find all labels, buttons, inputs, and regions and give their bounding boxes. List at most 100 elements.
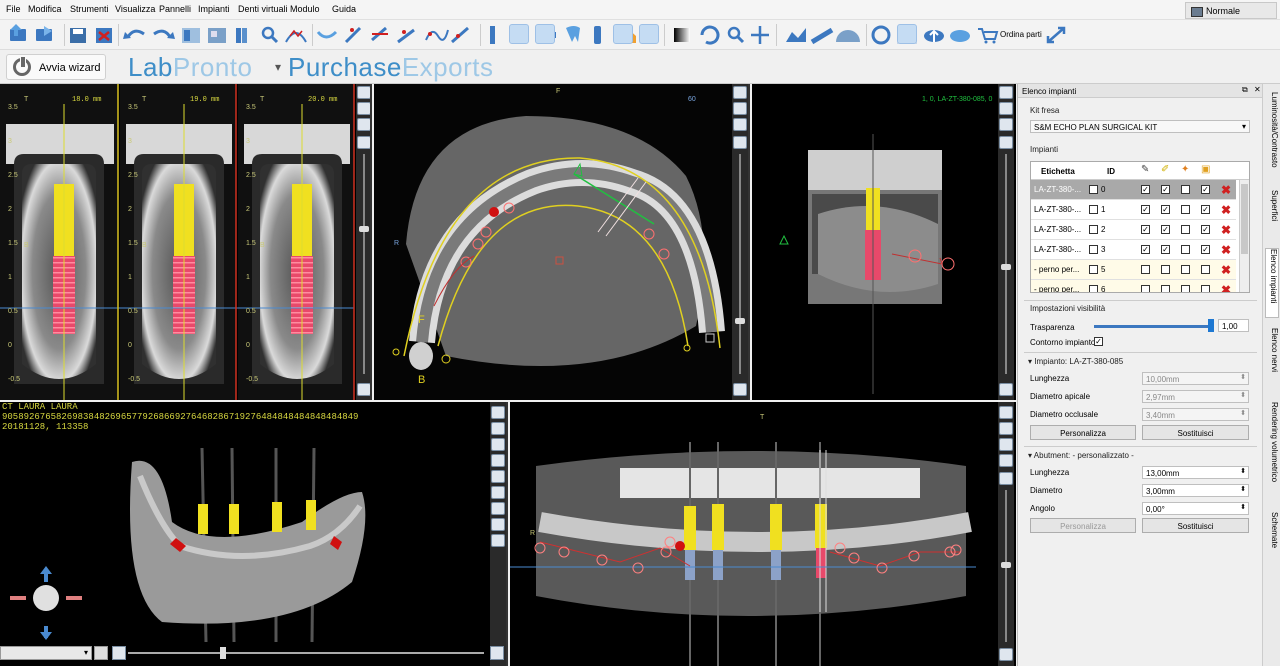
- home-tool-button[interactable]: [613, 24, 633, 44]
- slice-slider-handle[interactable]: [359, 226, 369, 232]
- menu-pannelli[interactable]: Pannelli: [159, 4, 191, 14]
- panoramic-slider-handle[interactable]: [1001, 562, 1011, 568]
- row-select-checkbox[interactable]: [1089, 205, 1098, 214]
- row-c3-checkbox[interactable]: [1181, 205, 1190, 214]
- axial-slider-track[interactable]: [739, 154, 741, 374]
- row-c4-checkbox[interactable]: ✓: [1201, 205, 1210, 214]
- face-tool-button[interactable]: [491, 454, 505, 467]
- row-c4-checkbox[interactable]: ✓: [1201, 185, 1210, 194]
- pen-tool-button[interactable]: [999, 102, 1013, 115]
- screenshot-tool-button[interactable]: [999, 454, 1013, 467]
- row-c1-checkbox[interactable]: ✓: [1141, 245, 1150, 254]
- sagittal-viewport[interactable]: 1, 0, LA-ZT-380-085, 0: [752, 84, 1016, 400]
- crosshair-tool-button[interactable]: [491, 470, 505, 483]
- row-select-checkbox[interactable]: [1089, 245, 1098, 254]
- delete-icon[interactable]: ✖: [1221, 283, 1231, 292]
- spinner-icon[interactable]: ⬍: [1240, 409, 1246, 417]
- implant-section-title[interactable]: ▾ Impianto: LA-ZT-380-085: [1028, 357, 1123, 366]
- scroll-down-icon[interactable]: [357, 383, 370, 396]
- customize-abutment-button[interactable]: Personalizza: [1030, 518, 1136, 533]
- delete-icon[interactable]: ✖: [1221, 263, 1231, 277]
- field-input[interactable]: 3,40mm ⬍: [1142, 408, 1249, 421]
- start-wizard-button[interactable]: Avvia wizard: [6, 54, 106, 80]
- row-c4-checkbox[interactable]: [1201, 265, 1210, 274]
- row-c2-checkbox[interactable]: [1161, 285, 1170, 292]
- 3d-viewport[interactable]: CT LAURA LAURA 9058926765826983848269657…: [0, 402, 508, 666]
- bridge-tool-button[interactable]: [535, 24, 555, 44]
- scroll-up-icon[interactable]: [999, 136, 1013, 149]
- scanner-tool-button[interactable]: [639, 24, 659, 44]
- layout-tool-button[interactable]: [999, 438, 1013, 451]
- order-parts-label[interactable]: Ordina parti: [1000, 30, 1042, 39]
- logo-dropdown-icon[interactable]: ▾: [275, 60, 281, 74]
- table-row[interactable]: LA-ZT-380-... 0 ✓ ✓ ✓ ✖: [1031, 180, 1236, 200]
- row-c1-checkbox[interactable]: [1141, 265, 1150, 274]
- row-c2-checkbox[interactable]: [1161, 265, 1170, 274]
- scroll-down-icon[interactable]: [999, 383, 1013, 396]
- field-input[interactable]: 0,00° ⬍: [1142, 502, 1249, 515]
- row-c2-checkbox[interactable]: ✓: [1161, 245, 1170, 254]
- scroll-up-icon[interactable]: [357, 136, 370, 149]
- row-c3-checkbox[interactable]: [1181, 225, 1190, 234]
- table-row[interactable]: LA-ZT-380-... 1 ✓ ✓ ✓ ✖: [1031, 200, 1236, 220]
- layout-tool-button[interactable]: [357, 102, 370, 115]
- measure-tool-button[interactable]: [733, 102, 747, 115]
- row-select-checkbox[interactable]: [1089, 265, 1098, 274]
- tab-schemes[interactable]: Schemate: [1265, 512, 1279, 562]
- sagittal-slider-handle[interactable]: [1001, 264, 1011, 270]
- transparency-slider-handle[interactable]: [1208, 319, 1214, 332]
- menu-modulo[interactable]: Modulo: [290, 4, 320, 14]
- field-input[interactable]: 13,00mm ⬍: [1142, 466, 1249, 479]
- menu-modifica[interactable]: Modifica: [28, 4, 62, 14]
- customize-implant-button[interactable]: Personalizza: [1030, 425, 1136, 440]
- row-c4-checkbox[interactable]: ✓: [1201, 245, 1210, 254]
- mode-selector[interactable]: Normale: [1185, 2, 1277, 19]
- swap-button[interactable]: [897, 24, 917, 44]
- row-c1-checkbox[interactable]: ✓: [1141, 185, 1150, 194]
- scroll-down-icon[interactable]: [999, 648, 1013, 661]
- table-scroll-thumb[interactable]: [1241, 184, 1248, 254]
- reset-view-button[interactable]: [94, 646, 108, 660]
- pen-tool-button[interactable]: [999, 422, 1013, 435]
- transparency-input[interactable]: 1,00: [1218, 319, 1249, 332]
- menu-impianti[interactable]: Impianti: [198, 4, 230, 14]
- prev-button[interactable]: [112, 646, 126, 660]
- axial-viewport[interactable]: F 60 R B F: [374, 84, 750, 400]
- row-c2-checkbox[interactable]: ✓: [1161, 225, 1170, 234]
- view-tool-button[interactable]: [999, 86, 1013, 99]
- spinner-icon[interactable]: ⬍: [1240, 467, 1246, 475]
- row-select-checkbox[interactable]: [1089, 225, 1098, 234]
- row-c3-checkbox[interactable]: [1181, 245, 1190, 254]
- spinner-icon[interactable]: ⬍: [1240, 485, 1246, 493]
- tab-brightness-contrast[interactable]: Luminosità/Contrasto: [1265, 92, 1279, 178]
- cross-section-viewport[interactable]: 18.0 mm 19.0 mm 20.0 mm T T T B B B 3.5 3…: [0, 84, 372, 400]
- row-select-checkbox[interactable]: [1089, 185, 1098, 194]
- replace-implant-button[interactable]: Sostituisci: [1142, 425, 1249, 440]
- float-panel-icon[interactable]: ⧉: [1242, 85, 1248, 95]
- scroll-up-icon[interactable]: [733, 136, 747, 149]
- row-select-checkbox[interactable]: [1089, 285, 1098, 292]
- tab-surfaces[interactable]: Superfici: [1265, 190, 1279, 244]
- field-input[interactable]: 3,00mm ⬍: [1142, 484, 1249, 497]
- row-c1-checkbox[interactable]: ✓: [1141, 205, 1150, 214]
- delete-icon[interactable]: ✖: [1221, 203, 1231, 217]
- table-row[interactable]: - perno per... 6 ✖: [1031, 280, 1236, 292]
- outline-checkbox[interactable]: ✓: [1094, 337, 1103, 346]
- tab-volume-rendering[interactable]: Rendering volumetrico: [1265, 402, 1279, 502]
- kit-select[interactable]: S&M ECHO PLAN SURGICAL KIT ▾: [1030, 120, 1250, 133]
- row-c2-checkbox[interactable]: ✓: [1161, 185, 1170, 194]
- view-tool-button[interactable]: [357, 86, 370, 99]
- menu-denti-virtuali[interactable]: Denti virtuali: [238, 4, 288, 14]
- annotation-tool-button[interactable]: [733, 118, 747, 131]
- spinner-icon[interactable]: ⬍: [1240, 391, 1246, 399]
- table-row[interactable]: - perno per... 5 ✖: [1031, 260, 1236, 280]
- table-row[interactable]: LA-ZT-380-... 3 ✓ ✓ ✓ ✖: [1031, 240, 1236, 260]
- table-scrollbar[interactable]: [1239, 180, 1249, 292]
- opacity-slider-track[interactable]: [128, 652, 484, 654]
- menu-guida[interactable]: Guida: [332, 4, 356, 14]
- abutment-section-title[interactable]: ▾ Abutment: - personalizzato -: [1028, 451, 1134, 460]
- axial-slider-handle[interactable]: [735, 318, 745, 324]
- slice-slider-track[interactable]: [363, 154, 365, 374]
- tab-nerve-list[interactable]: Elenco nervi: [1265, 328, 1279, 392]
- table-row[interactable]: LA-ZT-380-... 2 ✓ ✓ ✓ ✖: [1031, 220, 1236, 240]
